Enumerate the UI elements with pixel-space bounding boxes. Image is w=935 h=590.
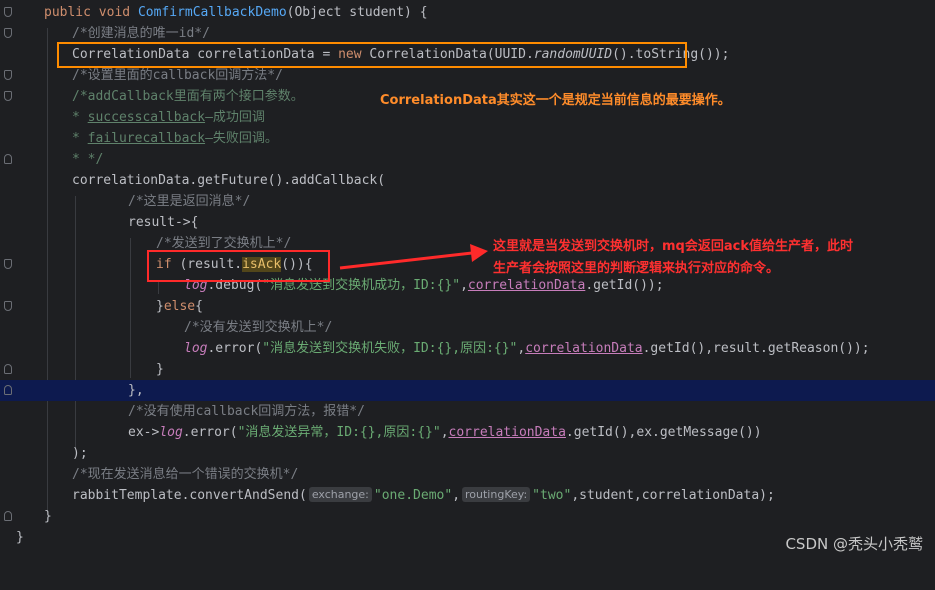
annotation-note-1: CorrelationData其实这一个是规定当前信息的最要操作。 <box>380 93 731 108</box>
arrow-line <box>339 251 473 270</box>
arrow-overlay <box>339 244 488 270</box>
annotation-note-2-line-1: 这里就是当发送到交换机时，mq会返回ack值给生产者，此时 <box>493 239 853 254</box>
arrow-head <box>470 244 488 262</box>
annotation-note-2-line-2: 生产者会按照这里的判断逻辑来执行对应的命令。 <box>493 261 780 276</box>
watermark: CSDN @秃头小秃鹫 <box>785 535 923 553</box>
